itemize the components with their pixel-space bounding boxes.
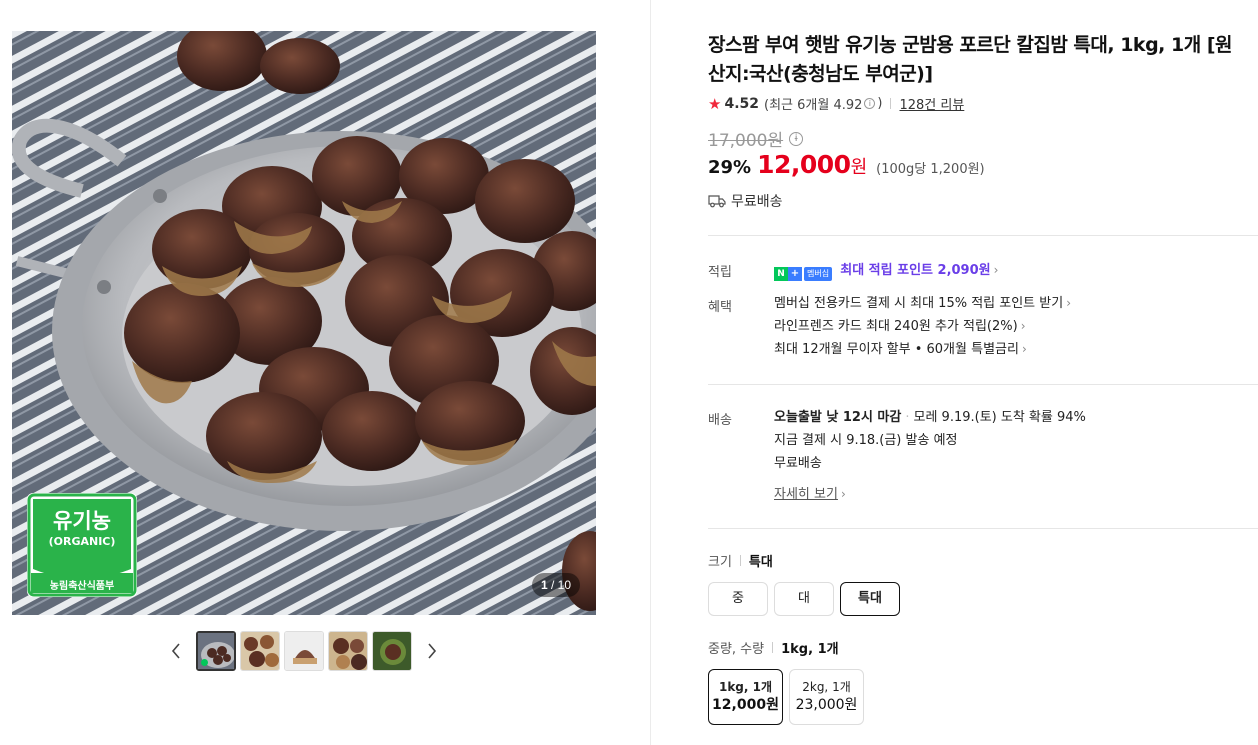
divider (708, 528, 1258, 529)
size-option-large[interactable]: 대 (774, 582, 834, 616)
product-gallery: 유기농 (ORGANIC) 농림축산식품부 1 / 10 (0, 0, 651, 745)
original-price-value: 17,000원 (708, 131, 784, 151)
original-price: 17,000원 i (708, 126, 805, 151)
image-counter: 1 / 10 (531, 573, 580, 597)
benefit-text: 멤버십 전용카드 결제 시 최대 15% 적립 포인트 받기 (774, 296, 1064, 311)
price-row: 29% 12,000 원 (100g당 1,200원) (708, 150, 985, 179)
chevron-left-icon (171, 643, 180, 659)
divider (708, 235, 1258, 236)
quantity-option-price: 12,000원 (712, 697, 779, 713)
size-selected-value: 특대 (748, 555, 773, 570)
plus-mark: + (788, 267, 802, 281)
points-label: 적립 (708, 265, 732, 280)
rating-value: 4.52 (724, 95, 759, 112)
quantity-option-2kg[interactable]: 2kg, 1개 23,000원 (789, 669, 864, 725)
shipping-deadline: 오늘출발 낮 12시 마감 (774, 410, 902, 425)
benefits-label: 혜택 (708, 300, 732, 315)
review-count-link[interactable]: 128건 리뷰 (899, 94, 964, 113)
quantity-label-text: 중량, 수량 (708, 642, 765, 657)
thumbnail-1[interactable] (196, 631, 236, 671)
quantity-selected-value: 1kg, 1개 (781, 642, 839, 657)
benefit-item[interactable]: 라인프렌즈 카드 최대 240원 추가 적립(2%) › (774, 315, 1071, 338)
quantity-option-name: 2kg, 1개 (802, 680, 851, 694)
thumbnail-prev-button[interactable] (160, 631, 192, 671)
free-shipping: 무료배송 (708, 191, 783, 211)
chevron-right-icon: › (1066, 296, 1072, 310)
size-option-extra-large[interactable]: 특대 (840, 582, 900, 616)
benefit-item[interactable]: 멤버십 전용카드 결제 시 최대 15% 적립 포인트 받기 › (774, 292, 1071, 315)
thumbnail-4[interactable] (328, 631, 368, 671)
free-shipping-label: 무료배송 (731, 194, 783, 210)
chevron-right-icon: › (1021, 342, 1027, 356)
recent-rating-close: ) (877, 96, 883, 111)
size-option-medium[interactable]: 중 (708, 582, 768, 616)
info-icon[interactable]: i (864, 98, 876, 109)
image-counter-total: / 10 (550, 578, 571, 592)
organic-badge-title: 유기농 (53, 509, 111, 533)
image-counter-current: 1 (540, 578, 548, 592)
quantity-option-price: 23,000원 (795, 697, 858, 713)
shipping-label: 배송 (708, 413, 732, 428)
chevron-right-icon: › (840, 487, 846, 501)
naver-n-mark: N (774, 267, 788, 281)
chevron-right-icon: › (1020, 319, 1026, 333)
truck-icon (708, 195, 726, 208)
shipping-info: 오늘출발 낮 12시 마감 · 모레 9.19.(토) 도착 확률 94% 지금 결… (774, 410, 1086, 502)
benefit-text: 라인프렌즈 카드 최대 240원 추가 적립(2%) (774, 319, 1018, 334)
naver-plus-membership-icon: N + 멤버십 (774, 267, 833, 281)
discount-rate: 29% (708, 157, 752, 178)
thumbnail-next-button[interactable] (416, 631, 448, 671)
points-row[interactable]: N + 멤버십 최대 적립 포인트 2,090원 › (774, 259, 998, 281)
organic-badge-ministry: 농림축산식품부 (49, 581, 115, 592)
unit-price: (100g당 1,200원) (876, 162, 985, 177)
size-option-label: 크기 특대 (708, 551, 773, 570)
organic-certification-badge: 유기농 (ORGANIC) 농림축산식품부 (27, 493, 137, 597)
thumbnail-5[interactable] (372, 631, 412, 671)
shipping-dispatch: 지금 결제 시 9.18.(금) 발송 예정 (774, 433, 958, 448)
size-label-text: 크기 (708, 555, 732, 570)
max-points-link[interactable]: 최대 적립 포인트 2,090원 (840, 263, 990, 278)
star-icon: ★ (708, 94, 722, 113)
product-title: 장스팜 부여 햇밤 유기농 군밤용 포르단 칼집밤 특대, 1kg, 1개 [원… (708, 34, 1233, 85)
shipping-arrival: 모레 9.19.(토) 도착 확률 94% (913, 410, 1086, 425)
divider (890, 98, 892, 109)
quantity-option-1kg[interactable]: 1kg, 1개 12,000원 (708, 669, 783, 725)
quantity-option-label: 중량, 수량 1kg, 1개 (708, 638, 839, 657)
recent-rating: (최근 6개월 4.92 (764, 98, 863, 113)
membership-mark: 멤버십 (804, 267, 833, 281)
benefit-item[interactable]: 최대 12개월 무이자 할부 • 60개월 특별금리 › (774, 338, 1071, 361)
benefits-list: 멤버십 전용카드 결제 시 최대 15% 적립 포인트 받기 › 라인프렌즈 카드… (774, 292, 1071, 361)
divider (739, 555, 741, 566)
thumbnail-3[interactable] (284, 631, 324, 671)
rating-row: ★ 4.52 (최근 6개월 4.92 i ) 128건 리뷰 (708, 94, 964, 114)
shipping-details-link[interactable]: 자세히 보기 (774, 487, 838, 502)
thumbnail-2[interactable] (240, 631, 280, 671)
thumbnail-strip (160, 630, 448, 672)
quantity-option-name: 1kg, 1개 (718, 680, 773, 694)
divider (708, 384, 1258, 385)
organic-badge-subtitle: (ORGANIC) (48, 535, 116, 548)
shipping-fee: 무료배송 (774, 456, 822, 471)
benefit-text: 최대 12개월 무이자 할부 • 60개월 특별금리 (774, 342, 1019, 357)
price-info-icon[interactable]: i (789, 131, 804, 146)
divider (772, 642, 774, 653)
product-main-image[interactable]: 유기농 (ORGANIC) 농림축산식품부 1 / 10 (12, 31, 596, 615)
chevron-right-icon (428, 643, 437, 659)
sale-price: 12,000 (757, 150, 851, 179)
chevron-right-icon: › (993, 263, 999, 277)
price-currency: 원 (850, 157, 868, 178)
